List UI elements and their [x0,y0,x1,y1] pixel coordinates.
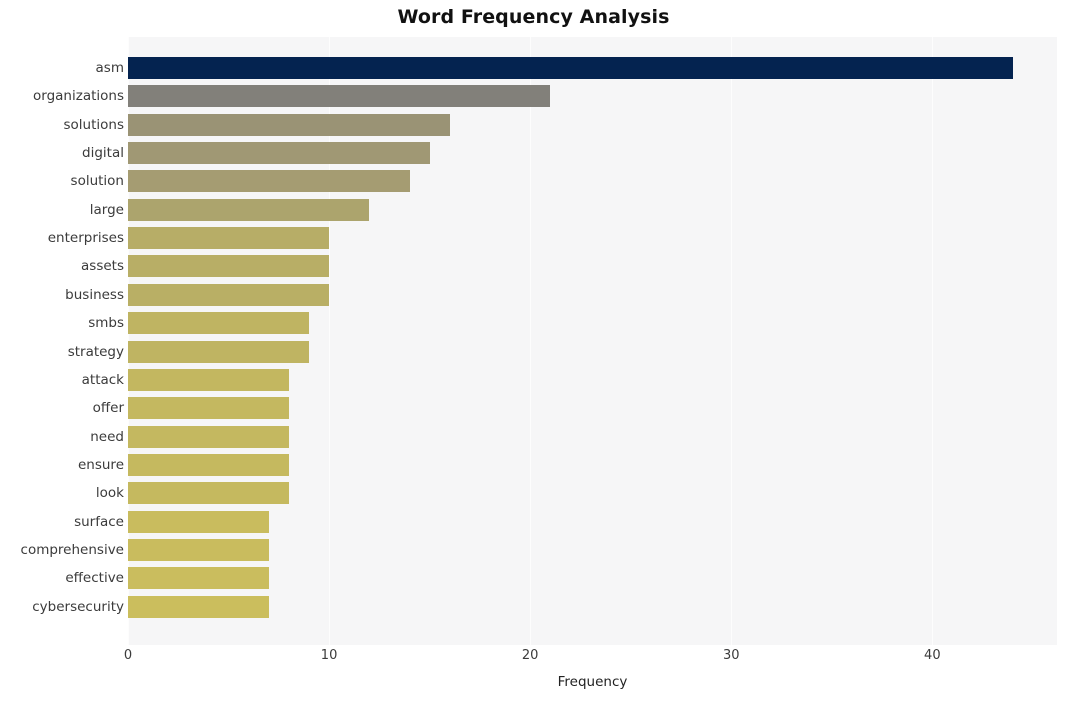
bar-effective[interactable] [128,567,269,589]
bar-assets[interactable] [128,255,329,277]
bar-need[interactable] [128,426,289,448]
word-frequency-chart: Word Frequency Analysis asm organizations… [0,0,1067,701]
x-tick-0: 0 [124,648,132,663]
bar-look[interactable] [128,482,289,504]
bar-enterprises[interactable] [128,227,329,249]
y-label-effective: effective [0,567,124,589]
y-label-enterprises: enterprises [0,227,124,249]
y-label-ensure: ensure [0,454,124,476]
y-label-business: business [0,284,124,306]
y-label-strategy: strategy [0,341,124,363]
x-tick-30: 30 [723,648,740,663]
bar-comprehensive[interactable] [128,539,269,561]
bar-strategy[interactable] [128,341,309,363]
bars-layer [128,37,1057,645]
x-tick-10: 10 [321,648,338,663]
bar-organizations[interactable] [128,85,550,107]
bar-solutions[interactable] [128,114,450,136]
y-label-assets: assets [0,255,124,277]
bar-business[interactable] [128,284,329,306]
y-axis-category-labels: asm organizations solutions digital solution… [0,37,124,645]
bar-asm[interactable] [128,57,1013,79]
y-label-solutions: solutions [0,114,124,136]
y-label-smbs: smbs [0,312,124,334]
bar-solution[interactable] [128,170,410,192]
bar-large[interactable] [128,199,369,221]
bar-offer[interactable] [128,397,289,419]
bar-attack[interactable] [128,369,289,391]
plot-area [128,37,1057,645]
x-tick-20: 20 [522,648,539,663]
chart-title: Word Frequency Analysis [0,6,1067,28]
y-label-large: large [0,199,124,221]
bar-smbs[interactable] [128,312,309,334]
y-label-look: look [0,482,124,504]
y-label-comprehensive: comprehensive [0,539,124,561]
y-label-organizations: organizations [0,85,124,107]
y-label-need: need [0,426,124,448]
y-label-offer: offer [0,397,124,419]
y-label-asm: asm [0,57,124,79]
bar-digital[interactable] [128,142,430,164]
y-label-cybersecurity: cybersecurity [0,596,124,618]
bar-cybersecurity[interactable] [128,596,269,618]
y-label-surface: surface [0,511,124,533]
x-tick-40: 40 [924,648,941,663]
y-label-digital: digital [0,142,124,164]
bar-surface[interactable] [128,511,269,533]
y-label-solution: solution [0,170,124,192]
x-axis-tick-labels: 010203040 [128,648,1057,670]
y-label-attack: attack [0,369,124,391]
bar-ensure[interactable] [128,454,289,476]
x-axis-title: Frequency [128,674,1057,690]
